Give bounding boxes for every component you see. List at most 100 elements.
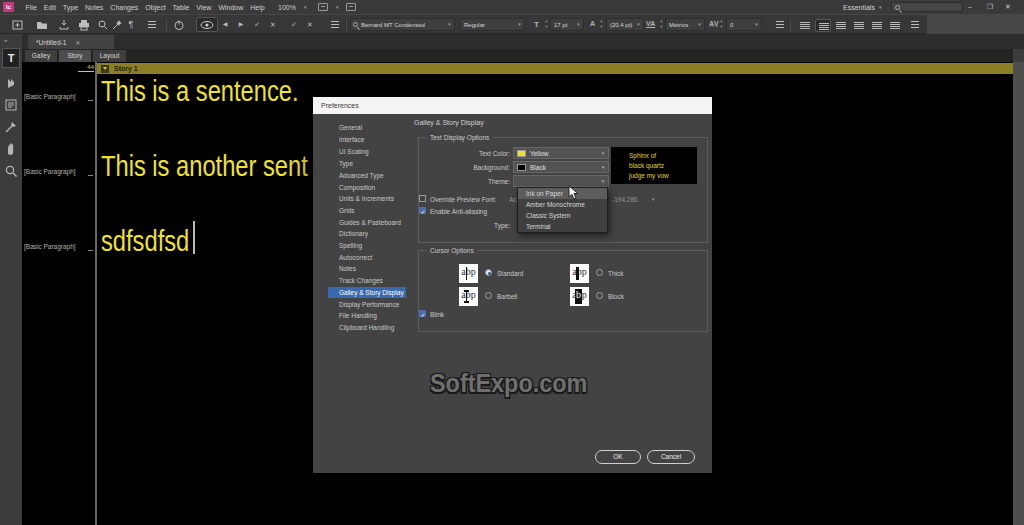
menu-lines-icon[interactable] <box>331 21 339 29</box>
ok-button[interactable]: OK <box>595 450 641 464</box>
option-amber-monochrome[interactable]: Amber Monochrome <box>518 199 607 210</box>
previous-change-icon[interactable]: ◀ <box>218 18 232 31</box>
next-change-icon[interactable]: ▶ <box>234 18 248 31</box>
accept-all-changes-icon[interactable]: ✓ <box>287 18 301 31</box>
override-preview-font-checkbox[interactable] <box>419 195 426 202</box>
menu-lines-icon[interactable] <box>911 21 919 29</box>
reject-all-changes-icon[interactable]: ✕ <box>303 18 317 31</box>
nav-guides-pasteboard[interactable]: Guides & Pasteboard <box>328 217 413 228</box>
story-line[interactable]: This is a sentence. <box>101 74 299 108</box>
tab-layout[interactable]: Layout <box>93 50 126 62</box>
nav-clipboard-handling[interactable]: Clipboard Handling <box>328 322 413 333</box>
align-right-button[interactable] <box>833 19 849 32</box>
nav-file-handling[interactable]: File Handling <box>328 310 413 321</box>
close-button[interactable]: ✕ <box>1000 0 1016 14</box>
nav-ui-scaling[interactable]: UI Scaling <box>328 146 413 157</box>
search-input[interactable] <box>891 2 963 12</box>
reject-change-icon[interactable]: ✕ <box>266 18 280 31</box>
screen-mode-icon[interactable] <box>318 3 328 11</box>
kerning-stepper[interactable]: ▲▼ <box>659 19 664 30</box>
nav-advanced-type[interactable]: Advanced Type <box>328 170 413 181</box>
story-line[interactable]: This is another sent <box>101 149 308 183</box>
collapse-story-icon[interactable] <box>101 65 109 73</box>
menu-notes[interactable]: Notes <box>82 4 107 11</box>
zoom-tool[interactable] <box>4 164 18 178</box>
tracking-field[interactable]: 0▼ <box>726 18 762 31</box>
menu-lines-icon[interactable] <box>148 21 156 29</box>
arrange-documents-icon[interactable] <box>346 3 356 11</box>
font-style-select[interactable]: Regular▼ <box>460 18 525 31</box>
collapse-panel-icon[interactable]: » <box>4 37 7 43</box>
workspace-switcher[interactable]: Essentials ▼ <box>843 0 882 14</box>
nav-autocorrect[interactable]: Autocorrect <box>328 252 413 263</box>
font-size-stepper[interactable]: ▲▼ <box>544 19 549 30</box>
menu-window[interactable]: Window <box>215 4 247 11</box>
enable-antialiasing-checkbox[interactable] <box>419 207 426 214</box>
leading-stepper[interactable]: ▲▼ <box>599 19 604 30</box>
menu-file[interactable]: File <box>22 4 40 11</box>
zoom-level-dropdown[interactable]: 100% <box>278 4 296 11</box>
tracking-stepper[interactable]: ▲▼ <box>719 19 724 30</box>
nav-spelling[interactable]: Spelling <box>328 240 413 251</box>
pilcrow-toggle-icon[interactable]: ¶ <box>124 18 138 31</box>
print-icon[interactable] <box>78 19 90 31</box>
nav-interface[interactable]: Interface <box>328 134 413 145</box>
justify-left-button[interactable] <box>851 19 867 32</box>
text-color-select[interactable]: Yellow ▼ <box>513 147 609 159</box>
nav-type[interactable]: Type <box>328 158 413 169</box>
new-document-icon[interactable] <box>12 19 24 31</box>
tab-story[interactable]: Story <box>59 50 91 62</box>
nav-units-increments[interactable]: Units & Increments <box>328 193 413 204</box>
hand-tool[interactable] <box>4 142 18 156</box>
nav-display-performance[interactable]: Display Performance <box>328 299 413 310</box>
eyedropper-tool[interactable] <box>4 120 18 134</box>
background-select[interactable]: Black ▼ <box>513 161 609 173</box>
align-left-button[interactable] <box>797 19 813 32</box>
note-tool[interactable] <box>4 98 18 112</box>
power-icon[interactable] <box>173 19 185 31</box>
font-size-field[interactable]: 17 pt▼ <box>550 18 584 31</box>
menu-view[interactable]: View <box>193 4 215 11</box>
document-tab[interactable]: *Untitled-1 ✕ <box>28 35 114 49</box>
spellcheck-icon[interactable] <box>111 19 123 31</box>
barbell-cursor-radio[interactable] <box>485 292 492 299</box>
story-line[interactable]: sdfsdfsd <box>101 224 189 258</box>
standard-cursor-radio[interactable] <box>485 269 492 276</box>
nav-general[interactable]: General <box>328 122 413 133</box>
find-icon[interactable] <box>97 19 109 31</box>
open-folder-icon[interactable] <box>36 19 48 31</box>
nav-composition[interactable]: Composition <box>328 182 413 193</box>
nav-notes[interactable]: Notes <box>328 263 413 274</box>
story-collapse-bar[interactable]: Story 1 <box>97 63 1013 74</box>
minimize-button[interactable]: – <box>962 0 978 14</box>
position-tool[interactable] <box>4 76 18 90</box>
option-terminal[interactable]: Terminal <box>518 221 607 232</box>
type-tool[interactable]: T <box>2 48 20 68</box>
block-cursor-radio[interactable] <box>596 292 603 299</box>
close-tab-icon[interactable]: ✕ <box>75 39 80 46</box>
justify-all-button[interactable] <box>887 19 903 32</box>
theme-select[interactable]: ▼ <box>513 175 609 187</box>
justify-center-button[interactable] <box>869 19 885 32</box>
accept-change-icon[interactable]: ✓ <box>250 18 264 31</box>
option-classic-system[interactable]: Classic System <box>518 210 607 221</box>
nav-grids[interactable]: Grids <box>328 205 413 216</box>
menu-table[interactable]: Table <box>169 4 193 11</box>
tab-galley[interactable]: Galley <box>25 50 57 62</box>
align-center-button[interactable] <box>815 19 831 32</box>
menu-edit[interactable]: Edit <box>40 4 59 11</box>
save-icon[interactable] <box>58 19 70 31</box>
leading-field[interactable]: (20.4 pt)▼ <box>606 18 644 31</box>
dialog-title-bar[interactable]: Preferences <box>313 97 712 114</box>
menu-help[interactable]: Help <box>247 4 268 11</box>
restore-button[interactable]: ❐ <box>982 0 998 14</box>
nav-track-changes[interactable]: Track Changes <box>328 275 413 286</box>
cancel-button[interactable]: Cancel <box>647 450 695 464</box>
blink-checkbox[interactable] <box>419 310 426 317</box>
kerning-field[interactable]: Metrics▼ <box>665 18 705 31</box>
menu-object[interactable]: Object <box>142 4 169 11</box>
font-family-select[interactable]: Bernard MT Condensed▼ <box>350 18 455 31</box>
track-changes-highlight-button[interactable] <box>196 17 218 32</box>
menu-lines-icon[interactable] <box>776 21 784 29</box>
nav-galley-story-display[interactable]: Galley & Story Display <box>328 287 406 298</box>
